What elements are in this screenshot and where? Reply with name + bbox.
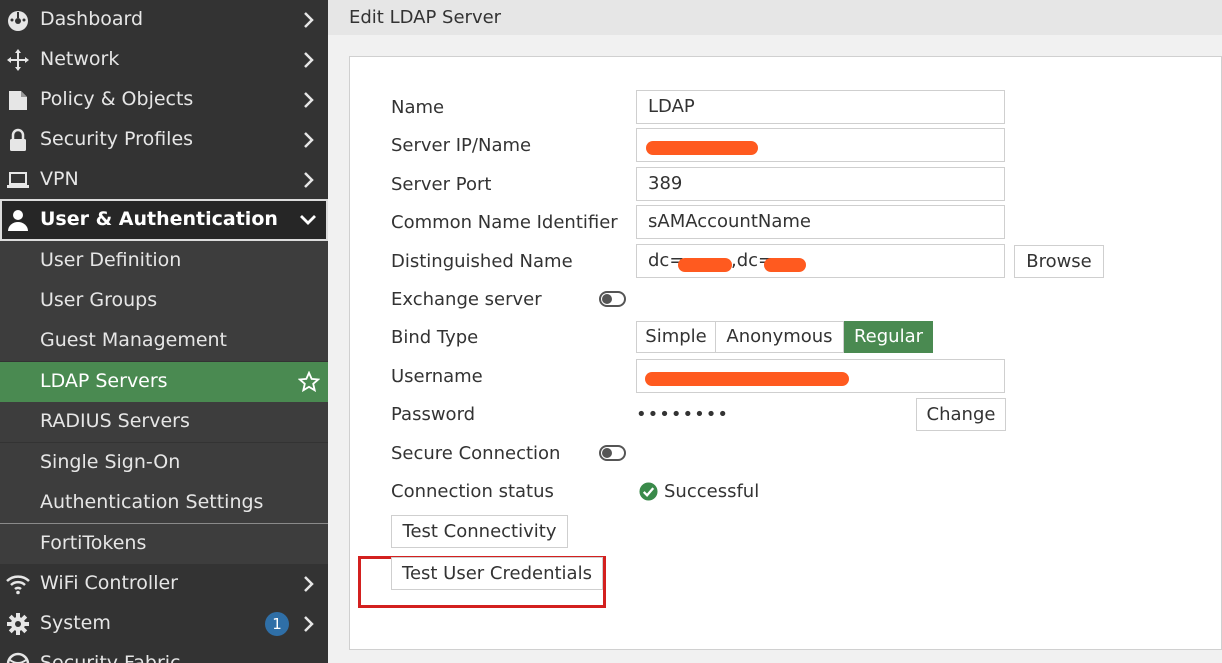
document-icon	[9, 91, 27, 110]
chevron-right-icon	[304, 172, 314, 188]
sidebar-subitem-label: Guest Management	[40, 329, 228, 351]
exchange-server-toggle[interactable]	[599, 291, 626, 307]
browse-button[interactable]: Browse	[1014, 245, 1104, 278]
toggle-knob	[602, 294, 612, 304]
sidebar-subitem-single-sign-on[interactable]: Single Sign-On	[0, 443, 328, 483]
cn-identifier-value: sAMAccountName	[648, 211, 812, 232]
sidebar-subitem-label: LDAP Servers	[40, 370, 168, 392]
fabric-icon	[6, 652, 30, 663]
sidebar-subitem-label: FortiTokens	[40, 532, 147, 554]
name-input[interactable]: LDAP	[636, 90, 1005, 124]
test-connectivity-button[interactable]: Test Connectivity	[391, 515, 568, 548]
ldap-server-form: Name LDAP Server IP/Name Server Port 389…	[349, 56, 1222, 650]
password-label: Password	[391, 404, 476, 425]
bind-type-regular[interactable]: Regular	[844, 321, 933, 353]
sidebar-item-label: System	[40, 612, 111, 634]
notification-badge: 1	[265, 612, 289, 636]
name-value: LDAP	[648, 96, 695, 117]
connection-status-label: Connection status	[391, 481, 554, 502]
connection-status-value: Successful	[664, 481, 760, 502]
sidebar-item-label: Security Fabric	[40, 652, 181, 663]
toggle-knob	[602, 448, 612, 458]
sidebar-item-label: Network	[40, 48, 120, 70]
page-header: Edit LDAP Server	[328, 0, 1222, 35]
server-port-input[interactable]: 389	[636, 167, 1005, 201]
sidebar-item-user-authentication[interactable]: User & Authentication	[0, 199, 328, 241]
redaction-mark	[646, 141, 758, 155]
test-user-credentials-button[interactable]: Test User Credentials	[391, 557, 603, 590]
gear-icon	[7, 613, 29, 635]
lock-icon	[10, 128, 26, 151]
bind-type-anonymous[interactable]: Anonymous	[715, 321, 844, 353]
server-port-label: Server Port	[391, 174, 492, 195]
bind-type-simple[interactable]: Simple	[636, 321, 716, 353]
dashboard-icon	[8, 11, 28, 31]
chevron-down-icon	[300, 215, 316, 225]
redaction-mark	[645, 372, 849, 386]
cn-identifier-input[interactable]: sAMAccountName	[636, 205, 1005, 239]
distinguished-name-input[interactable]: dc= ,dc=	[636, 244, 1005, 278]
secure-connection-label: Secure Connection	[391, 443, 561, 464]
secure-connection-toggle[interactable]	[599, 445, 626, 461]
laptop-icon	[7, 172, 29, 188]
chevron-right-icon	[304, 92, 314, 108]
change-password-button[interactable]: Change	[916, 398, 1006, 431]
redaction-mark	[764, 258, 806, 272]
sidebar-subitem-label: Single Sign-On	[40, 451, 181, 473]
user-icon	[8, 210, 28, 231]
sidebar-item-label: VPN	[40, 168, 79, 190]
distinguished-name-label: Distinguished Name	[391, 251, 573, 272]
wifi-icon	[6, 575, 30, 595]
page-title: Edit LDAP Server	[349, 7, 502, 28]
sidebar-item-dashboard[interactable]: Dashboard	[0, 0, 328, 40]
check-circle-icon	[639, 482, 658, 501]
move-arrows-icon	[7, 49, 29, 71]
sidebar-subitem-ldap-servers[interactable]: LDAP Servers	[0, 362, 328, 402]
exchange-server-label: Exchange server	[391, 289, 542, 310]
sidebar-item-label: Policy & Objects	[40, 88, 194, 110]
sidebar-item-policy-objects[interactable]: Policy & Objects	[0, 80, 328, 120]
sidebar-item-label: Security Profiles	[40, 128, 194, 150]
sidebar-item-network[interactable]: Network	[0, 40, 328, 80]
sidebar-item-security-profiles[interactable]: Security Profiles	[0, 120, 328, 160]
sidebar-subitem-label: Authentication Settings	[40, 491, 264, 513]
chevron-right-icon	[304, 616, 314, 632]
username-label: Username	[391, 366, 483, 387]
chevron-right-icon	[304, 12, 314, 28]
server-ip-label: Server IP/Name	[391, 135, 532, 156]
sidebar-subitem-label: User Groups	[40, 289, 158, 311]
server-ip-input[interactable]	[636, 128, 1005, 162]
redaction-mark	[678, 258, 732, 272]
sidebar-subitem-user-definition[interactable]: User Definition	[0, 241, 328, 281]
sidebar-item-security-fabric[interactable]: Security Fabric	[0, 644, 328, 663]
sidebar-item-system[interactable]: System 1	[0, 604, 328, 644]
sidebar-subitem-guest-management[interactable]: Guest Management	[0, 321, 328, 361]
sidebar-item-label: WiFi Controller	[40, 572, 178, 594]
sidebar-subitem-fortitokens[interactable]: FortiTokens	[0, 524, 328, 564]
sidebar: Dashboard Network Policy & Objects Secur…	[0, 0, 328, 663]
name-label: Name	[391, 97, 445, 118]
sidebar-subitem-user-groups[interactable]: User Groups	[0, 281, 328, 321]
chevron-right-icon	[304, 52, 314, 68]
sidebar-item-label: User & Authentication	[40, 208, 278, 230]
sidebar-subitem-radius-servers[interactable]: RADIUS Servers	[0, 402, 328, 442]
server-port-value: 389	[648, 173, 683, 194]
username-input[interactable]	[636, 359, 1005, 393]
bind-type-label: Bind Type	[391, 327, 479, 348]
star-icon[interactable]	[298, 371, 320, 393]
sidebar-subitem-label: RADIUS Servers	[40, 410, 190, 432]
sidebar-item-wifi-controller[interactable]: WiFi Controller	[0, 564, 328, 604]
main-content: Edit LDAP Server Name LDAP Server IP/Nam…	[328, 0, 1222, 663]
chevron-right-icon	[304, 132, 314, 148]
cn-identifier-label: Common Name Identifier	[391, 212, 618, 233]
chevron-right-icon	[304, 576, 314, 592]
sidebar-subitem-authentication-settings[interactable]: Authentication Settings	[0, 483, 328, 523]
sidebar-item-label: Dashboard	[40, 8, 144, 30]
sidebar-item-vpn[interactable]: VPN	[0, 160, 328, 200]
sidebar-subitem-label: User Definition	[40, 249, 182, 271]
password-value: ••••••••	[636, 404, 729, 425]
